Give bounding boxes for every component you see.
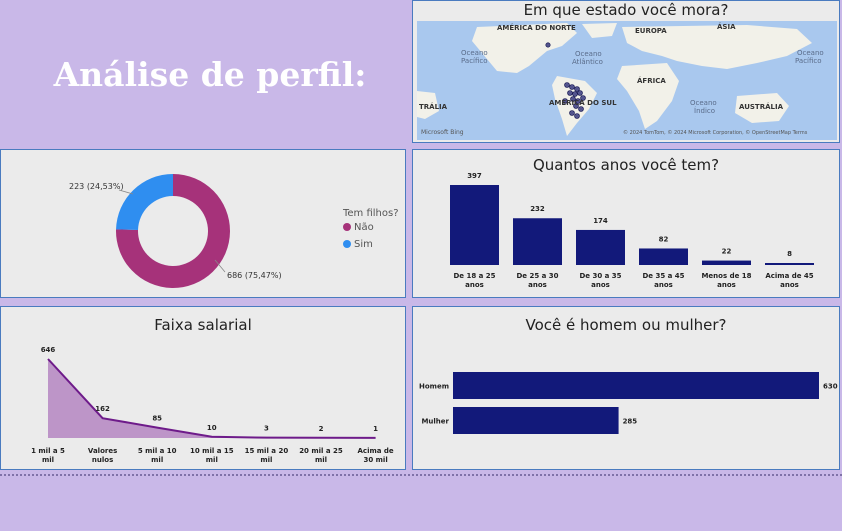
- label-pacific-right: Oceano Pacífico: [795, 49, 824, 65]
- age-category-label: Menos de 18 anos: [701, 272, 751, 289]
- age-bar: [576, 229, 625, 265]
- salary-value-label: 10: [207, 424, 217, 432]
- gender-value-label: 630: [823, 383, 838, 391]
- salary-panel[interactable]: Faixa salarial 646 1 mil a 5 mil 162 Valores…: [0, 306, 406, 470]
- salary-value-label: 1: [373, 425, 378, 433]
- label-indian: Oceano Índico: [690, 99, 717, 115]
- age-bars: 397De 18 a 25 anos232De 25 a 30 anos174De …: [450, 172, 814, 289]
- salary-category-label: Valores nulos: [88, 447, 117, 464]
- salary-value-label: 162: [95, 405, 110, 413]
- gender-category-label: Homem: [419, 383, 449, 391]
- age-value-label: 22: [722, 248, 732, 256]
- salary-title: Faixa salarial: [154, 316, 252, 334]
- salary-value-label: 85: [152, 415, 162, 423]
- salary-category-label: 15 mil a 20 mil: [245, 447, 289, 464]
- age-category-label: Acima de 45 anos: [765, 272, 813, 289]
- children-panel[interactable]: 223 (24,53%) 686 (75,47%) Tem filhos? Nã…: [0, 149, 406, 298]
- label-europe: EUROPA: [635, 27, 667, 35]
- age-category-label: De 35 a 45 anos: [642, 272, 684, 289]
- age-category-label: De 25 a 30 anos: [516, 272, 558, 289]
- salary-category-label: 10 mil a 15 mil: [190, 447, 234, 464]
- donut-label-sim: 223 (24,53%): [69, 182, 124, 191]
- salary-value-label: 646: [41, 346, 56, 354]
- age-bar: [765, 263, 814, 265]
- donut-slices: [116, 174, 231, 288]
- age-value-label: 232: [530, 205, 545, 213]
- world-map-svg: AMÉRICA DO NORTE EUROPA ÁSIA Oceano Pacíf…: [417, 21, 837, 140]
- label-africa: ÁFRICA: [637, 76, 666, 85]
- label-australia: AUSTRÁLIA: [739, 102, 784, 111]
- gender-panel[interactable]: Você é homem ou mulher? Homem 630 Mulher 28…: [412, 306, 840, 470]
- salary-category-label: 1 mil a 5 mil: [31, 447, 65, 464]
- map-logo: Microsoft Bing: [421, 129, 464, 136]
- legend-item-sim[interactable]: Sim: [343, 239, 373, 250]
- legend-label-sim: Sim: [354, 239, 373, 250]
- gender-value-label: 285: [623, 418, 638, 426]
- label-australia-left: TRÁLIA: [419, 102, 448, 111]
- page-divider: [0, 474, 842, 476]
- legend-title: Tem filhos?: [343, 208, 399, 219]
- donut-label-nao: 686 (75,47%): [227, 271, 282, 280]
- gender-bar: [453, 407, 619, 434]
- label-asia: ÁSIA: [717, 22, 736, 31]
- age-category-label: De 30 a 35 anos: [579, 272, 621, 289]
- salary-category-label: Acima de 30 mil: [358, 447, 394, 464]
- label-south-america: AMÉRICA DO SUL: [549, 98, 617, 107]
- page-title: Análise de perfil:: [53, 55, 367, 94]
- map-title: Em que estado você mora?: [523, 1, 729, 19]
- map-panel[interactable]: Em que estado você mora? AMÉRICA DO NORT…: [412, 0, 840, 143]
- label-north-america: AMÉRICA DO NORTE: [497, 23, 576, 32]
- legend-label-nao: Não: [354, 222, 374, 233]
- donut-slice-sim: [116, 174, 173, 230]
- label-atlantic: Oceano Atlântico: [572, 50, 603, 66]
- age-value-label: 82: [659, 235, 669, 243]
- gender-bar: [453, 372, 819, 399]
- legend-dot-sim: [343, 240, 351, 248]
- age-panel[interactable]: Quantos anos você tem? 397 De 18 a 25 anos…: [412, 149, 840, 298]
- age-bar: [639, 248, 688, 265]
- age-bar: [450, 185, 499, 265]
- age-title: Quantos anos você tem?: [532, 156, 720, 174]
- legend-dot-nao: [343, 223, 351, 231]
- age-bar: [513, 218, 562, 265]
- age-category-label: De 18 a 25 anos: [453, 272, 495, 289]
- salary-value-label: 2: [319, 425, 324, 433]
- gender-bars: Homem 630 Mulher 285: [419, 372, 838, 434]
- map-copyright: © 2024 TomTom, © 2024 Microsoft Corporat…: [623, 129, 808, 136]
- age-value-label: 8: [787, 250, 792, 258]
- label-pacific-left: Oceano Pacífico: [461, 49, 488, 65]
- age-value-label: 174: [593, 217, 608, 225]
- legend-item-nao[interactable]: Não: [343, 222, 374, 233]
- salary-category-label: 20 mil a 25 mil: [299, 447, 343, 464]
- salary-category-label: 5 mil a 10 mil: [138, 447, 177, 464]
- world-map[interactable]: AMÉRICA DO NORTE EUROPA ÁSIA Oceano Pacíf…: [417, 21, 837, 140]
- salary-value-label: 3: [264, 425, 269, 433]
- gender-title: Você é homem ou mulher?: [525, 316, 727, 334]
- gender-category-label: Mulher: [421, 418, 449, 426]
- age-bar: [702, 260, 751, 265]
- salary-area: 646 1 mil a 5 mil 162 Valores nulos 85 5 mil a …: [31, 346, 394, 464]
